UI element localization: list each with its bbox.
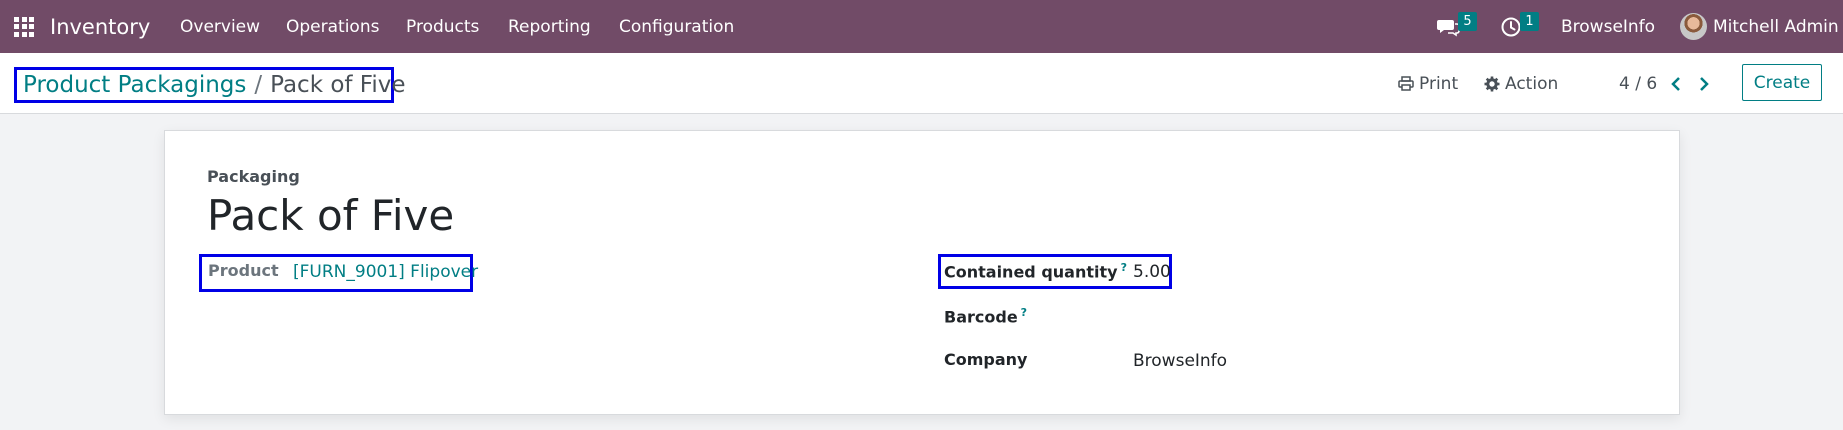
top-navbar: Inventory Overview Operations Products R… [0, 0, 1843, 53]
product-label: Product [208, 261, 279, 280]
barcode-label-text: Barcode [944, 307, 1018, 327]
menu-configuration[interactable]: Configuration [619, 0, 734, 53]
app-name[interactable]: Inventory [50, 0, 150, 53]
company-field[interactable]: BrowseInfo [1133, 351, 1227, 371]
breadcrumb-separator: / [254, 72, 263, 98]
breadcrumb: Product Packagings / Pack of Five [14, 67, 406, 103]
menu-operations[interactable]: Operations [286, 0, 379, 53]
create-button[interactable]: Create [1742, 64, 1822, 101]
company-label: Company [944, 350, 1028, 369]
messages-icon[interactable] [1436, 0, 1460, 53]
activities-badge: 1 [1520, 12, 1539, 31]
contained-quantity-field[interactable]: 5.00 [1133, 262, 1171, 282]
barcode-help-icon[interactable]: ? [1021, 306, 1027, 319]
pager-value[interactable]: 4 / 6 [1619, 53, 1657, 114]
menu-products[interactable]: Products [406, 0, 479, 53]
action-button[interactable]: Action [1484, 53, 1558, 114]
print-button[interactable]: Print [1398, 53, 1458, 114]
menu-overview[interactable]: Overview [180, 0, 260, 53]
pager-next-icon[interactable] [1698, 53, 1710, 114]
company-switcher[interactable]: BrowseInfo [1561, 0, 1655, 53]
activity-clock-icon[interactable] [1500, 0, 1522, 53]
menu-reporting[interactable]: Reporting [508, 0, 591, 53]
messages-badge: 5 [1458, 12, 1477, 31]
barcode-label: Barcode? [944, 306, 1027, 326]
product-field[interactable]: [FURN_9001] Flipover [293, 262, 478, 282]
breadcrumb-parent-link[interactable]: Product Packagings [23, 72, 246, 98]
user-menu[interactable]: Mitchell Admin [1713, 0, 1839, 53]
contained-quantity-help-icon[interactable]: ? [1121, 261, 1127, 274]
print-icon [1398, 76, 1414, 91]
packaging-section-label: Packaging [207, 167, 300, 186]
contained-quantity-label: Contained quantity? [944, 261, 1127, 281]
breadcrumb-current: Pack of Five [270, 72, 406, 98]
contained-quantity-label-text: Contained quantity [944, 262, 1118, 282]
apps-menu-icon[interactable] [14, 0, 36, 53]
barcode-field[interactable] [1133, 303, 1653, 329]
user-avatar[interactable] [1680, 13, 1707, 40]
gear-icon [1484, 76, 1500, 91]
print-label: Print [1419, 73, 1459, 94]
action-label: Action [1505, 73, 1559, 94]
packaging-name-field[interactable]: Pack of Five [207, 191, 454, 240]
form-sheet: Packaging Pack of Five Product [FURN_900… [164, 130, 1680, 415]
pager-previous-icon[interactable] [1670, 53, 1682, 114]
